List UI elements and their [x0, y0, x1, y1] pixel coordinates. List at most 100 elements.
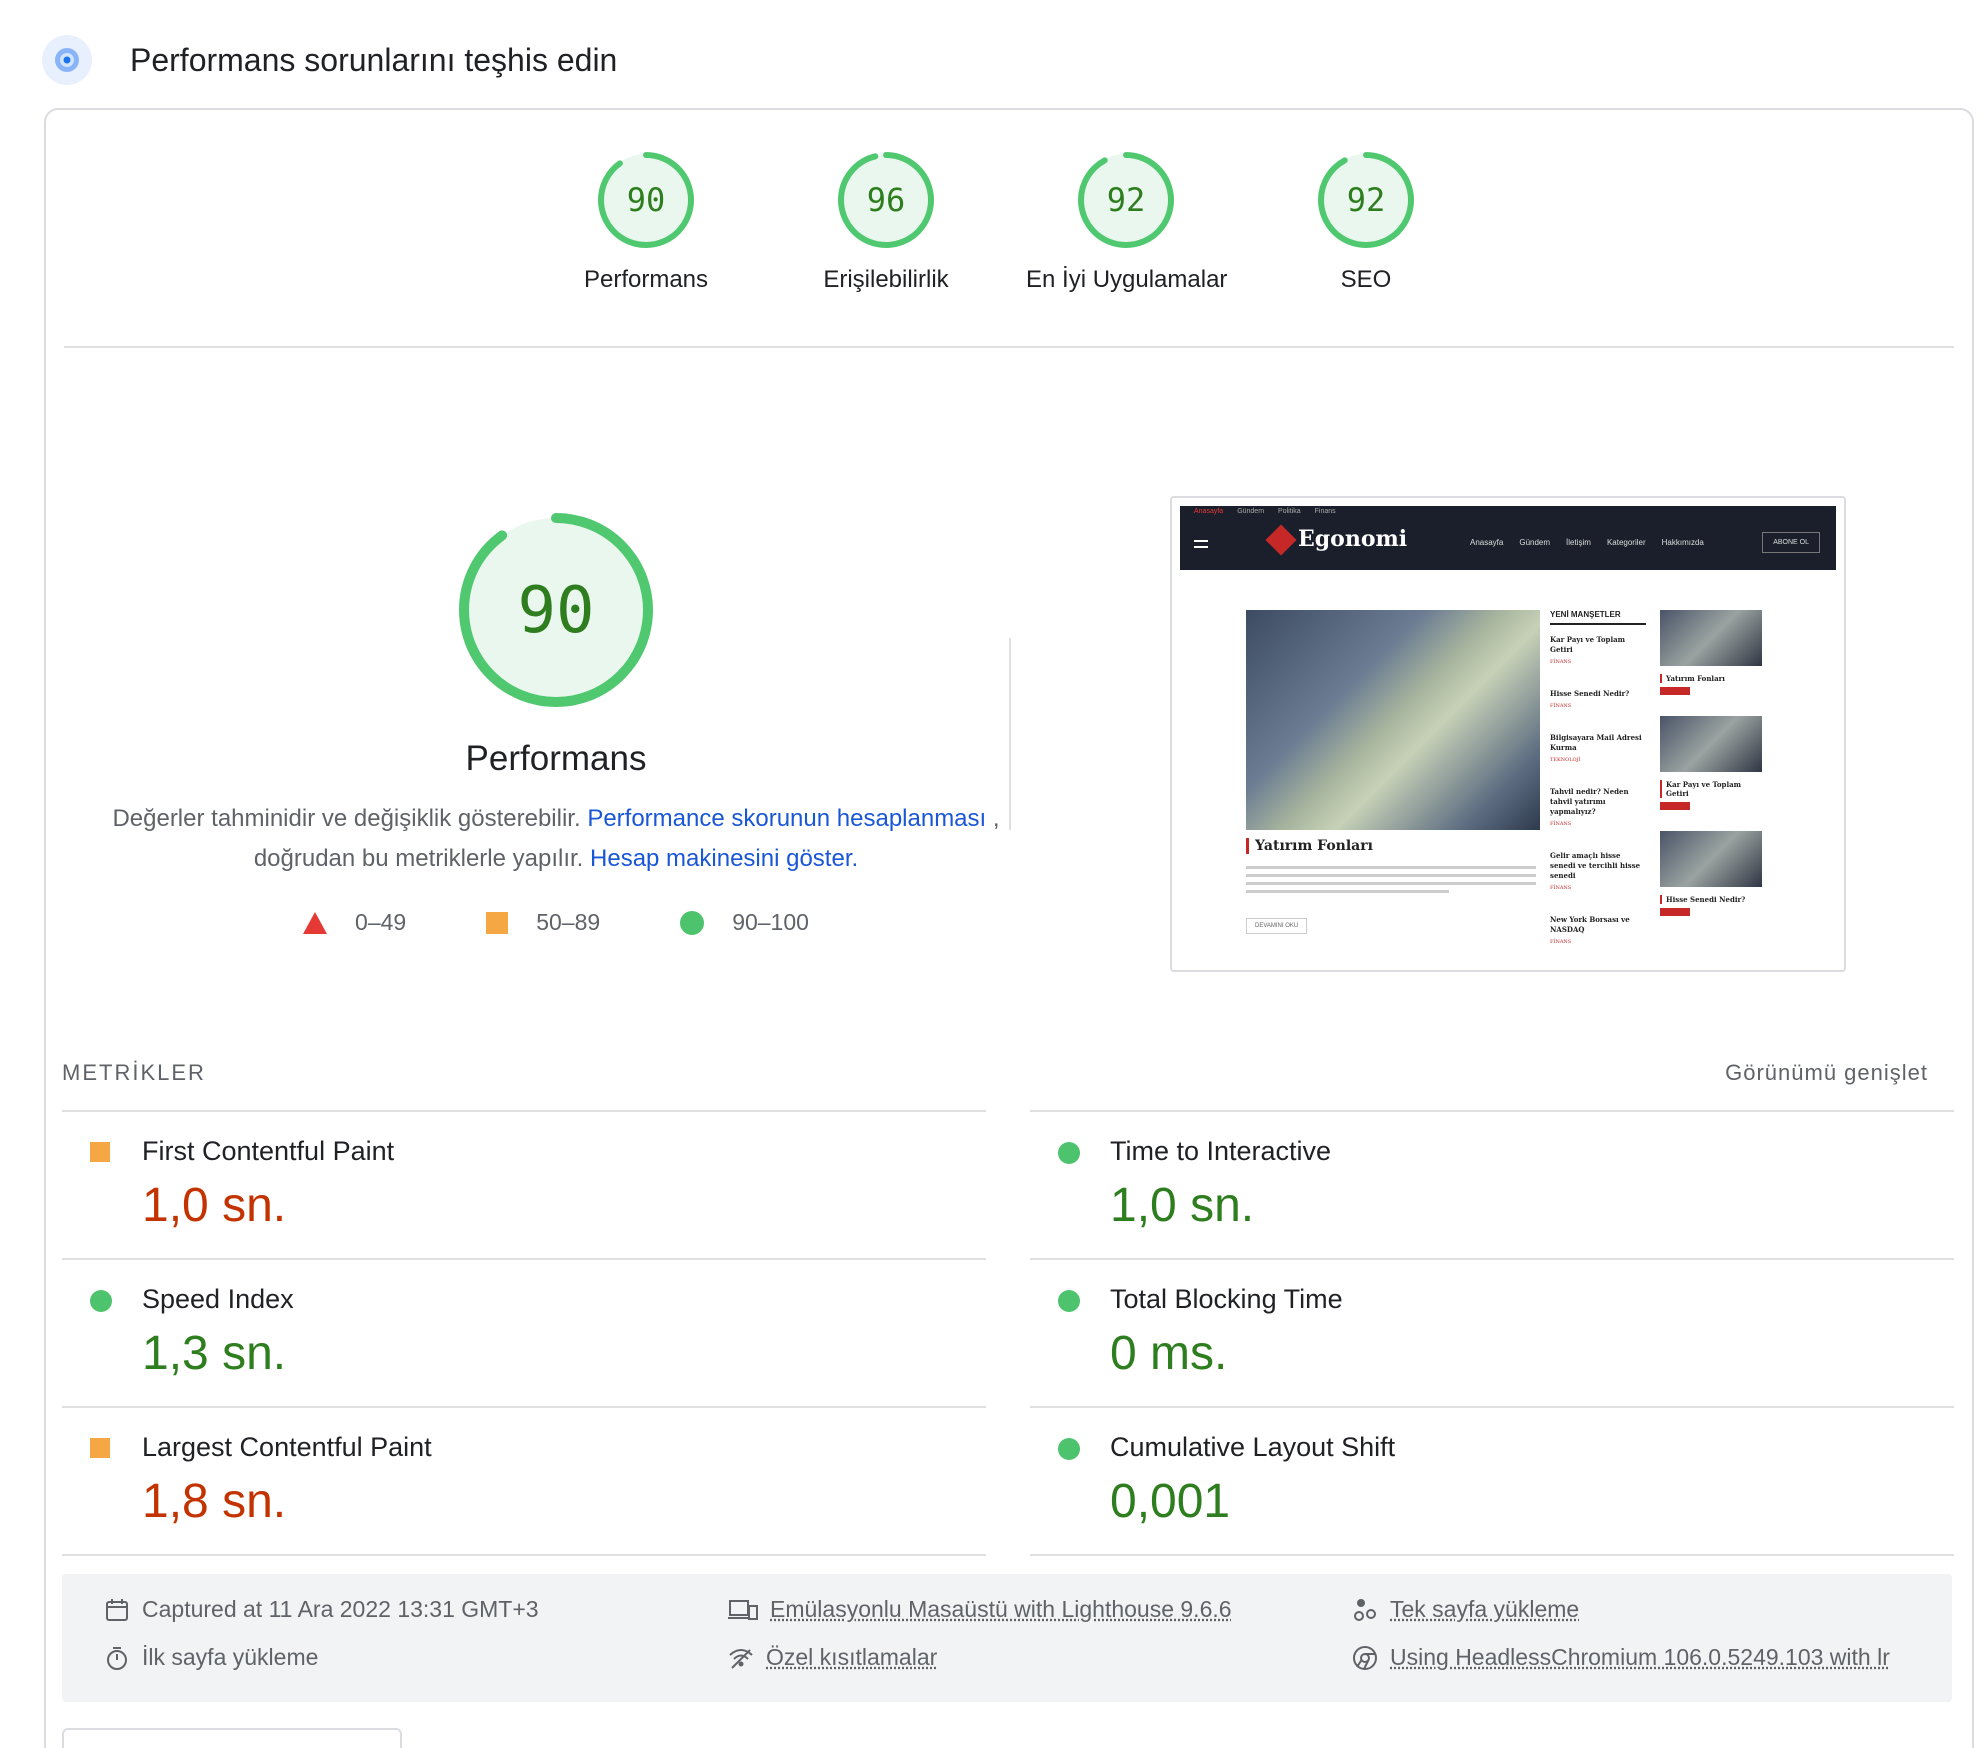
legend-average: 50–89 [486, 909, 600, 936]
pass-circle-icon [1058, 1438, 1080, 1460]
gauge-ring: 90 [596, 150, 696, 250]
site-link: Finans [1315, 506, 1336, 518]
gauge-performance[interactable]: 90 Performans [546, 150, 746, 294]
show-calculator-link[interactable]: Hesap makinesini göster. [590, 845, 858, 872]
gauge-value: 90 [627, 181, 666, 219]
hero-image [1246, 610, 1540, 830]
calendar-icon [104, 1597, 130, 1623]
expand-view-toggle[interactable]: Görünümü genişlet [1725, 1060, 1928, 1086]
legend-range: 0–49 [355, 909, 406, 936]
throttling-info[interactable]: Özel kısıtlamalar [728, 1644, 937, 1671]
browser-info[interactable]: Using HeadlessChromium 106.0.5249.103 wi… [1352, 1644, 1890, 1671]
metric-first-contentful-paint: First Contentful Paint 1,0 sn. [62, 1110, 986, 1258]
metric-value: 1,0 sn. [1110, 1178, 1254, 1233]
headline-item: Bilgisayara Mail Adresi Kurma TEKNOLOJİ [1550, 733, 1646, 765]
pass-circle-icon [1058, 1290, 1080, 1312]
emulation-info[interactable]: Emülasyonlu Masaüstü with Lighthouse 9.6… [728, 1596, 1232, 1623]
captured-at: Captured at 11 Ara 2022 13:31 GMT+3 [104, 1596, 539, 1623]
gauge-ring: 92 [1076, 150, 1176, 250]
headline-item: Kar Payı ve Toplam Getiri FİNANS [1550, 635, 1646, 667]
legend-fail: 0–49 [303, 909, 406, 936]
metric-value: 0,001 [1110, 1474, 1230, 1529]
pass-circle-icon [90, 1290, 112, 1312]
metric-name: Cumulative Layout Shift [1110, 1432, 1395, 1463]
site-subscribe-button: ABONE OL [1762, 532, 1820, 553]
gauge-accessibility[interactable]: 96 Erişilebilirlik [786, 150, 986, 294]
score-calculation-link[interactable]: Performance skorunun hesaplanması [587, 805, 986, 832]
divider [64, 346, 1954, 348]
gauge-best-practices[interactable]: 92 En İyi Uygulamalar [1026, 150, 1226, 294]
pass-circle-icon [1058, 1142, 1080, 1164]
network-icon [728, 1645, 754, 1671]
article-title: Kar Payı ve Toplam Getiri [1660, 780, 1764, 798]
hero-title: Yatırım Fonları [1246, 838, 1373, 854]
multi-circle-icon [1352, 1597, 1378, 1623]
legend-range: 50–89 [536, 909, 600, 936]
site-menu-item: Kategoriler [1607, 538, 1646, 547]
headline-item: New York Borsası ve NASDAQ FİNANS [1550, 915, 1646, 947]
site-navbar: Egonomi Anasayfa Gündem İletişim Kategor… [1180, 518, 1836, 570]
devices-icon [728, 1597, 758, 1623]
site-menu-item: Anasayfa [1470, 538, 1503, 547]
site-link: Politika [1278, 506, 1301, 518]
circle-icon [680, 911, 704, 935]
headlines-column: YENİ MANŞETLER Kar Payı ve Toplam Getiri… [1550, 610, 1646, 969]
timer-icon [104, 1645, 130, 1671]
metric-value: 0 ms. [1110, 1326, 1227, 1381]
performance-description: Değerler tahminidir ve değişiklik göster… [106, 799, 1006, 879]
metric-value: 1,3 sn. [142, 1326, 286, 1381]
vertical-separator [1009, 638, 1011, 830]
legend-range: 90–100 [732, 909, 809, 936]
category-badge [1660, 802, 1690, 810]
triangle-icon [303, 912, 327, 934]
gauge-value: 96 [867, 181, 906, 219]
site-menu-item: İletişim [1566, 538, 1591, 547]
gauge-label: SEO [1266, 266, 1466, 294]
description-text: Değerler tahminidir ve değişiklik göster… [112, 805, 580, 832]
category-badge [1660, 908, 1690, 916]
article-image [1660, 716, 1762, 772]
article-image [1660, 610, 1762, 666]
average-square-icon [90, 1438, 110, 1458]
performance-score-value: 90 [517, 574, 594, 648]
average-square-icon [90, 1142, 110, 1162]
chrome-icon [1352, 1645, 1378, 1671]
gauge-seo[interactable]: 92 SEO [1266, 150, 1466, 294]
metric-name: First Contentful Paint [142, 1136, 394, 1167]
divider [62, 1554, 986, 1556]
treemap-button[interactable] [62, 1728, 402, 1748]
gauge-value: 92 [1347, 181, 1386, 219]
single-load-info[interactable]: Tek sayfa yükleme [1352, 1596, 1579, 1623]
hero-excerpt [1246, 866, 1536, 898]
gauge-value: 92 [1107, 181, 1146, 219]
lighthouse-target-icon [42, 35, 92, 85]
site-link: Anasayfa [1194, 506, 1223, 518]
metrics-heading: METRİKLER [62, 1060, 206, 1086]
info-text: Emülasyonlu Masaüstü with Lighthouse 9.6… [770, 1596, 1232, 1623]
article-title: Hisse Senedi Nedir? [1660, 895, 1764, 904]
divider [1030, 1554, 1954, 1556]
site-menu: Anasayfa Gündem İletişim Kategoriler Hak… [1470, 538, 1704, 547]
headline-item: Gelir amaçlı hisse senedi ve tercihli hi… [1550, 851, 1646, 893]
gauge-label: Erişilebilirlik [786, 266, 986, 294]
info-text: Özel kısıtlamalar [766, 1644, 937, 1671]
gauge-ring: 96 [836, 150, 936, 250]
hamburger-icon [1194, 540, 1208, 548]
gauge-label: Performans [546, 266, 746, 294]
info-text: İlk sayfa yükleme [142, 1644, 318, 1671]
metric-value: 1,8 sn. [142, 1474, 286, 1529]
site-link: Gündem [1237, 506, 1264, 518]
headlines-heading: YENİ MANŞETLER [1550, 610, 1646, 625]
performance-summary: 90 Performans Değerler tahminidir ve değ… [106, 510, 1006, 936]
metric-name: Speed Index [142, 1284, 294, 1315]
info-text: Captured at 11 Ara 2022 13:31 GMT+3 [142, 1596, 539, 1623]
final-screenshot[interactable]: Anasayfa Gündem Politika Finans Egonomi … [1170, 496, 1846, 972]
metric-largest-contentful-paint: Largest Contentful Paint 1,8 sn. [62, 1406, 986, 1554]
category-gauges: 90 Performans 96 Erişilebilirlik 92 En İ… [46, 150, 1972, 290]
performance-title: Performans [106, 739, 1006, 779]
metric-name: Largest Contentful Paint [142, 1432, 432, 1463]
category-badge [1660, 687, 1690, 695]
side-articles: Yatırım Fonları Kar Payı ve Toplam Getir… [1660, 610, 1764, 937]
article-title: Yatırım Fonları [1660, 674, 1764, 683]
article-image [1660, 831, 1762, 887]
